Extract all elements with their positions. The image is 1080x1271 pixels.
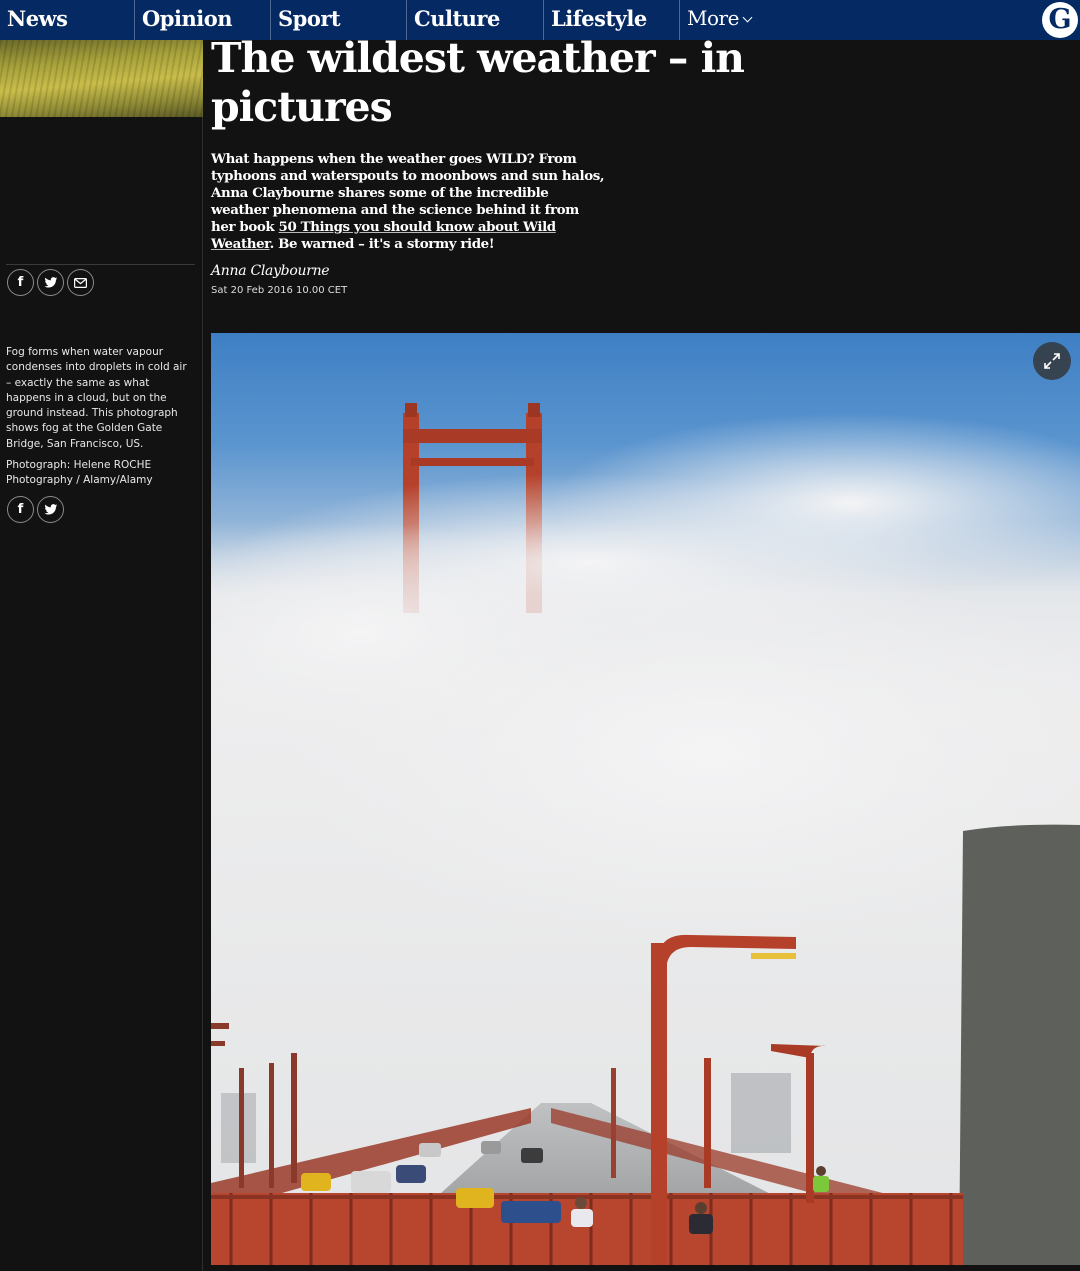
facebook-icon[interactable]: f: [7, 269, 34, 296]
left-column: f Fog forms when water vapour condenses …: [0, 40, 203, 1271]
email-icon[interactable]: [67, 269, 94, 296]
share-buttons-caption: f: [7, 496, 64, 523]
share-buttons-article: f: [7, 269, 94, 296]
chevron-down-icon: [742, 12, 753, 23]
twitter-icon[interactable]: [37, 496, 64, 523]
golden-gate-fog-illustration: [211, 403, 1080, 1265]
nav-item-news[interactable]: News: [0, 0, 134, 40]
standfirst-text-end: . Be warned – it's a stormy ride!: [269, 236, 495, 252]
divider: [6, 264, 195, 265]
publish-date: Sat 20 Feb 2016 10.00 CET: [211, 285, 348, 296]
twitter-icon[interactable]: [37, 269, 64, 296]
photo-credit: Photograph: Helene ROCHE Photography / A…: [6, 459, 153, 487]
page-title: The wildest weather – in pictures: [211, 34, 745, 131]
guardian-logo[interactable]: G: [1042, 2, 1078, 38]
header-thumbnail-image: [0, 40, 203, 117]
gallery-photo[interactable]: [211, 333, 1080, 1265]
facebook-icon[interactable]: f: [7, 496, 34, 523]
nav-more-label: More: [687, 6, 739, 30]
standfirst: What happens when the weather goes WILD?…: [211, 151, 606, 253]
author-byline[interactable]: Anna Claybourne: [211, 263, 330, 279]
photo-caption: Fog forms when water vapour condenses in…: [6, 346, 187, 450]
expand-icon[interactable]: [1033, 342, 1071, 380]
